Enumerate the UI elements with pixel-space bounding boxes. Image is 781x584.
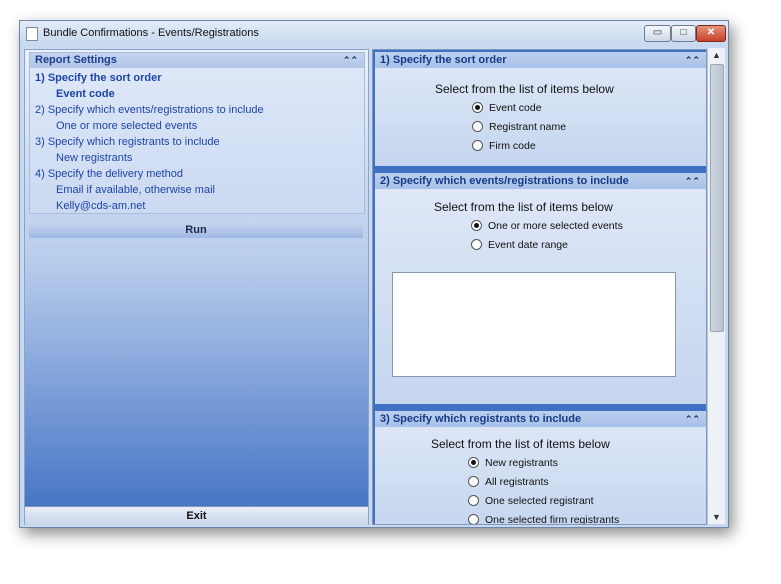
report-settings-header[interactable]: Report Settings ⌃⌃ xyxy=(30,53,364,68)
radio-empty-icon xyxy=(468,494,479,506)
radio-label: One selected registrant xyxy=(485,495,594,507)
radio-empty-icon xyxy=(468,475,479,487)
report-settings-panel: Report Settings ⌃⌃ 1) Specify the sort o… xyxy=(29,52,365,214)
section-registrants: 3) Specify which registrants to include … xyxy=(375,411,706,525)
radio-empty-icon xyxy=(471,238,482,250)
scrollbar-thumb[interactable] xyxy=(710,64,724,332)
arrow-up-icon[interactable]: ▲ xyxy=(708,48,725,62)
radio-firm-code[interactable]: Firm code xyxy=(472,139,536,152)
arrow-down-icon[interactable]: ▼ xyxy=(708,510,725,524)
section-events-title: 2) Specify which events/registrations to… xyxy=(380,175,629,187)
setting-sort-value[interactable]: Event code xyxy=(56,88,115,100)
setting-registrants-value[interactable]: New registrants xyxy=(56,152,132,164)
double-chevron-up-icon[interactable]: ⌃⌃ xyxy=(685,173,700,189)
minimize-button[interactable]: ▭ xyxy=(644,25,671,42)
right-pane: 1) Specify the sort order ⌃⌃ Select from… xyxy=(372,49,707,525)
left-pane: Report Settings ⌃⌃ 1) Specify the sort o… xyxy=(24,49,369,525)
section-events-prompt: Select from the list of items below xyxy=(434,200,613,214)
close-button[interactable]: ✕ xyxy=(696,25,726,42)
radio-label: New registrants xyxy=(485,457,558,469)
radio-label: One selected firm registrants xyxy=(485,514,620,525)
radio-all-registrants[interactable]: All registrants xyxy=(468,475,549,488)
radio-label: Event code xyxy=(489,102,542,114)
radio-selected-events[interactable]: One or more selected events xyxy=(471,219,623,232)
radio-label: Firm code xyxy=(489,140,536,152)
radio-label: Event date range xyxy=(488,239,568,251)
main-window: Bundle Confirmations - Events/Registrati… xyxy=(19,20,729,528)
section-sort-order-prompt: Select from the list of items below xyxy=(435,82,614,96)
radio-selected-icon xyxy=(468,456,479,468)
report-settings-title: Report Settings xyxy=(35,54,117,66)
run-button[interactable]: Run xyxy=(29,222,363,238)
double-chevron-up-icon[interactable]: ⌃⌃ xyxy=(343,53,358,68)
exit-button[interactable]: Exit xyxy=(25,506,368,525)
setting-events-label[interactable]: 2) Specify which events/registrations to… xyxy=(35,104,264,116)
window-title: Bundle Confirmations - Events/Registrati… xyxy=(43,27,259,39)
radio-new-registrants[interactable]: New registrants xyxy=(468,456,558,469)
setting-registrants-label[interactable]: 3) Specify which registrants to include xyxy=(35,136,220,148)
radio-label: Registrant name xyxy=(489,121,567,133)
double-chevron-up-icon[interactable]: ⌃⌃ xyxy=(685,52,700,68)
radio-label: All registrants xyxy=(485,476,549,488)
radio-empty-icon xyxy=(472,139,483,151)
double-chevron-up-icon[interactable]: ⌃⌃ xyxy=(685,411,700,427)
setting-delivery-value[interactable]: Email if available, otherwise mail xyxy=(56,184,215,196)
title-bar[interactable]: Bundle Confirmations - Events/Registrati… xyxy=(20,21,728,46)
report-settings-body: 1) Specify the sort order Event code 2) … xyxy=(30,68,364,213)
radio-label: One or more selected events xyxy=(488,220,623,232)
document-icon xyxy=(26,27,38,41)
section-sort-order: 1) Specify the sort order ⌃⌃ Select from… xyxy=(375,52,706,166)
setting-events-value[interactable]: One or more selected events xyxy=(56,120,197,132)
radio-one-selected-registrant[interactable]: One selected registrant xyxy=(468,494,594,507)
radio-selected-icon xyxy=(472,101,483,113)
setting-delivery-label[interactable]: 4) Specify the delivery method xyxy=(35,168,183,180)
section-registrants-prompt: Select from the list of items below xyxy=(431,437,610,451)
radio-registrant-name[interactable]: Registrant name xyxy=(472,120,567,133)
maximize-button[interactable]: □ xyxy=(671,25,696,42)
radio-event-code[interactable]: Event code xyxy=(472,101,542,114)
radio-empty-icon xyxy=(472,120,483,132)
vertical-scrollbar[interactable]: ▲ ▼ xyxy=(707,48,725,524)
radio-selected-icon xyxy=(471,219,482,231)
radio-one-selected-firm[interactable]: One selected firm registrants xyxy=(468,513,620,525)
section-registrants-title: 3) Specify which registrants to include xyxy=(380,413,582,425)
section-events-header[interactable]: 2) Specify which events/registrations to… xyxy=(375,173,706,189)
setting-sort-label[interactable]: 1) Specify the sort order xyxy=(35,72,162,84)
section-sort-order-header[interactable]: 1) Specify the sort order ⌃⌃ xyxy=(375,52,706,68)
radio-event-date-range[interactable]: Event date range xyxy=(471,238,568,251)
section-events: 2) Specify which events/registrations to… xyxy=(375,173,706,404)
events-listbox[interactable] xyxy=(392,272,676,377)
radio-empty-icon xyxy=(468,513,479,524)
setting-delivery-email[interactable]: Kelly@cds-am.net xyxy=(56,200,145,212)
section-sort-order-title: 1) Specify the sort order xyxy=(380,54,507,66)
section-registrants-header[interactable]: 3) Specify which registrants to include … xyxy=(375,411,706,427)
